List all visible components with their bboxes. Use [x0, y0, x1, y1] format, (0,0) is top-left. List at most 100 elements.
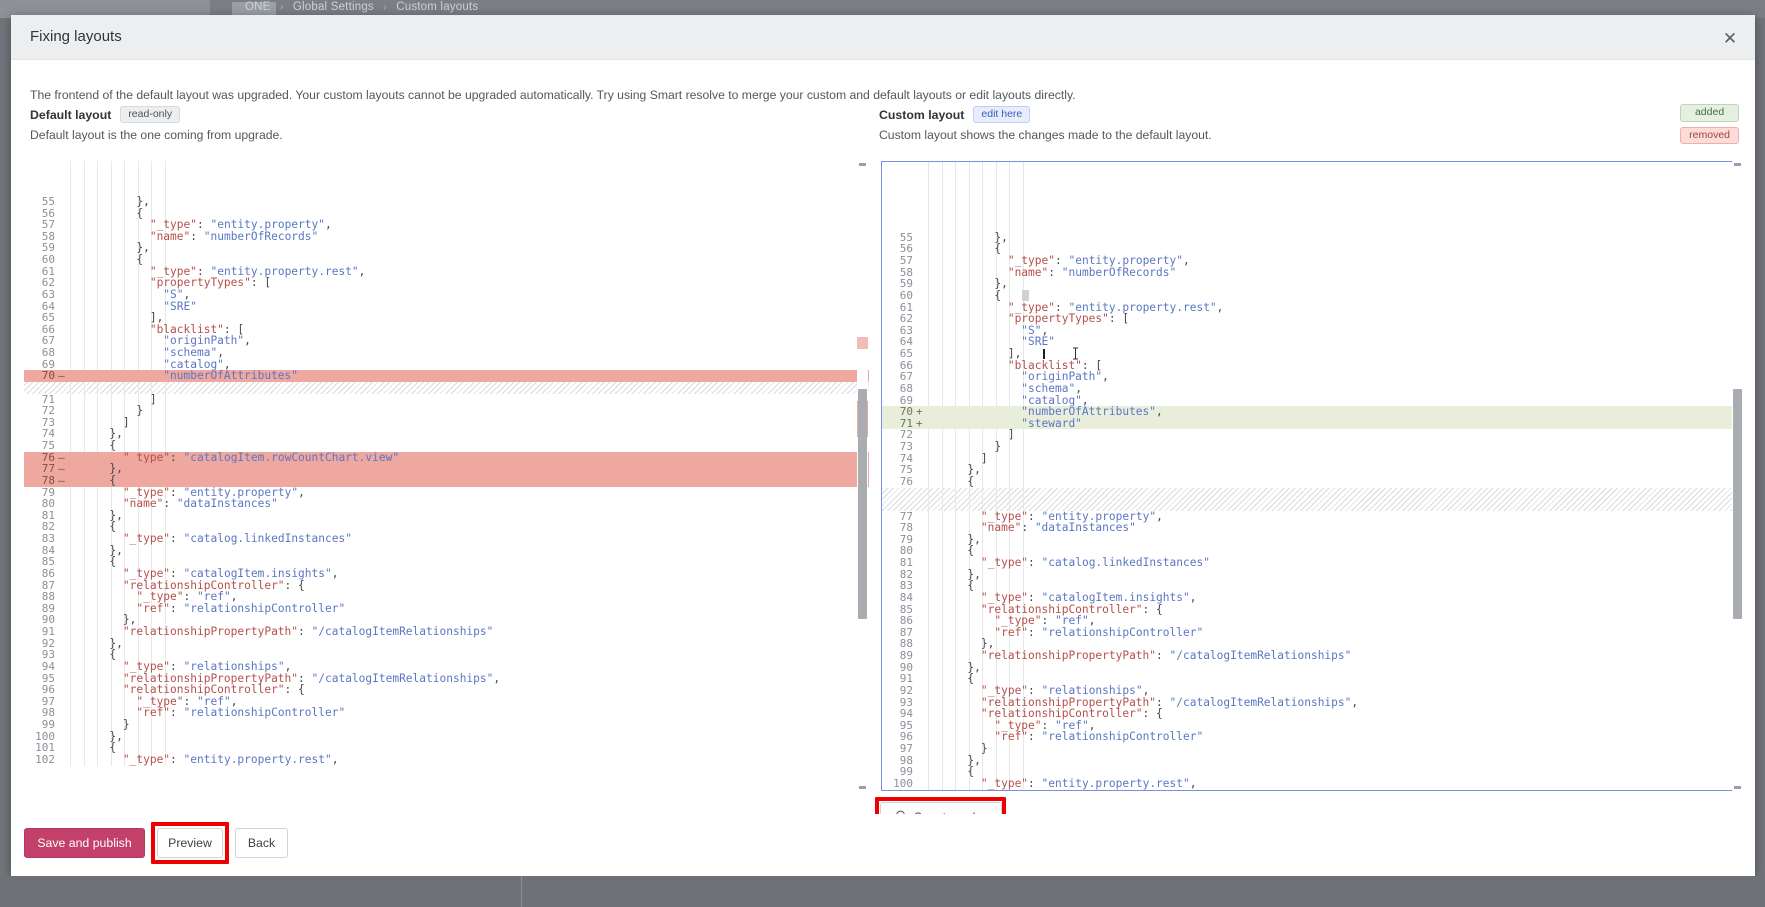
- breadcrumb-separator-icon: ›: [377, 2, 393, 13]
- code-line[interactable]: 96 "ref": "relationshipController": [882, 731, 1741, 743]
- code-line[interactable]: 98 "ref": "relationshipController": [24, 707, 869, 719]
- custom-layout-code[interactable]: 55 },56 {57 "_type": "entity.property",5…: [882, 162, 1741, 790]
- code-line[interactable]: 72 ]: [882, 429, 1741, 441]
- code-line[interactable]: 83 "_type": "catalog.linkedInstances": [24, 533, 869, 545]
- breadcrumb-section[interactable]: Global Settings: [293, 1, 374, 13]
- default-layout-header: Default layout read-only Default layout …: [30, 105, 283, 142]
- code-text: },: [67, 463, 869, 475]
- code-text: "SRE": [67, 301, 869, 313]
- line-number: 97: [882, 743, 916, 755]
- code-line[interactable]: 91 "relationshipPropertyPath": "/catalog…: [24, 626, 869, 638]
- code-line[interactable]: 89 "relationshipPropertyPath": "/catalog…: [882, 650, 1741, 662]
- code-line[interactable]: 81 },: [24, 510, 869, 522]
- code-line[interactable]: 84 },: [24, 545, 869, 557]
- back-button[interactable]: Back: [235, 828, 288, 858]
- code-line[interactable]: 68 "schema",: [24, 347, 869, 359]
- code-line[interactable]: 79 },: [882, 534, 1741, 546]
- diff-marker: —: [58, 475, 67, 487]
- code-text: "ref": "relationshipController": [67, 603, 869, 615]
- line-number: 55: [24, 196, 58, 208]
- edit-here-button[interactable]: edit here: [973, 106, 1030, 124]
- code-text: "relationshipPropertyPath": "/catalogIte…: [67, 626, 869, 638]
- code-line[interactable]: 92 },: [24, 638, 869, 650]
- dialog-description: The frontend of the default layout was u…: [30, 88, 1076, 102]
- code-text: "numberOfAttributes": [67, 370, 869, 382]
- code-line[interactable]: 71 ]: [24, 394, 869, 406]
- line-number: 89: [882, 650, 916, 662]
- line-number: 70: [24, 370, 58, 382]
- code-text: ]: [67, 417, 869, 429]
- code-text: },: [925, 278, 1741, 290]
- code-line[interactable]: 58 "name": "numberOfRecords": [24, 231, 869, 243]
- code-line[interactable]: 99 }: [24, 719, 869, 731]
- code-text: },: [925, 662, 1741, 674]
- code-text: }: [67, 719, 869, 731]
- line-number: 86: [24, 568, 58, 580]
- code-text: "ref": "relationshipController": [925, 627, 1741, 639]
- code-line[interactable]: 63 "S",: [24, 289, 869, 301]
- code-text: }: [925, 743, 1741, 755]
- custom-pane-scrollbar[interactable]: [1732, 161, 1743, 791]
- line-number: 68: [882, 383, 916, 395]
- read-only-badge: read-only: [120, 106, 180, 124]
- save-and-publish-button[interactable]: Save and publish: [24, 828, 145, 858]
- line-number: 91: [24, 626, 58, 638]
- code-line[interactable]: 74 },: [24, 428, 869, 440]
- bottom-bar-divider: [521, 876, 522, 907]
- code-line[interactable]: 80 "name": "dataInstances": [24, 498, 869, 510]
- code-line[interactable]: 59 },: [882, 278, 1741, 290]
- default-pane-scrollbar[interactable]: [857, 161, 868, 791]
- code-text: "name": "numberOfRecords": [925, 267, 1741, 279]
- code-text: }: [67, 405, 869, 417]
- code-line[interactable]: 100 },: [24, 731, 869, 743]
- code-line[interactable]: 87 "ref": "relationshipController": [882, 627, 1741, 639]
- code-line[interactable]: 55 },: [882, 232, 1741, 244]
- default-layout-title: Default layout: [30, 108, 111, 122]
- code-line[interactable]: 81 "_type": "catalog.linkedInstances": [882, 557, 1741, 569]
- fixing-layouts-dialog: Fixing layouts ✕ The frontend of the def…: [11, 15, 1755, 876]
- code-text: ]: [67, 394, 869, 406]
- code-line[interactable]: 73 ]: [24, 417, 869, 429]
- line-number: 83: [24, 533, 58, 545]
- default-layout-code: 55 },56 {57 "_type": "entity.property",5…: [24, 161, 869, 766]
- code-line[interactable]: 89 "ref": "relationshipController": [24, 603, 869, 615]
- line-number: 60: [882, 290, 916, 302]
- code-text: "_type": "catalog.linkedInstances": [925, 557, 1741, 569]
- app-bottom-bar: [0, 876, 1765, 907]
- breadcrumb-root[interactable]: ONE: [245, 1, 271, 13]
- code-line[interactable]: 97 }: [882, 743, 1741, 755]
- code-line[interactable]: 98 },: [882, 755, 1741, 767]
- preview-button[interactable]: Preview: [157, 828, 223, 858]
- code-line[interactable]: 100 "_type": "entity.property.rest",: [882, 778, 1741, 790]
- code-line[interactable]: 68 "schema",: [882, 383, 1741, 395]
- code-text: "steward": [925, 418, 1741, 430]
- code-line[interactable]: 55 },: [24, 196, 869, 208]
- breadcrumb-page[interactable]: Custom layouts: [396, 1, 478, 13]
- code-line[interactable]: 78 "name": "dataInstances": [882, 522, 1741, 534]
- code-line[interactable]: 76— "_type": "catalogItem.rowCountChart.…: [24, 452, 869, 464]
- code-line[interactable]: 73 }: [882, 441, 1741, 453]
- code-line[interactable]: 77— },: [24, 463, 869, 475]
- code-line[interactable]: 76 {: [882, 476, 1741, 488]
- line-number: 57: [882, 255, 916, 267]
- code-line[interactable]: 72 }: [24, 405, 869, 417]
- custom-layout-code-pane[interactable]: 55 },56 {57 "_type": "entity.property",5…: [881, 161, 1742, 791]
- code-line[interactable]: 90 },: [882, 662, 1741, 674]
- code-text: "_type": "catalog.linkedInstances": [67, 533, 869, 545]
- code-text: },: [67, 510, 869, 522]
- line-number: 99: [24, 719, 58, 731]
- code-line[interactable]: 70— "numberOfAttributes": [24, 370, 869, 382]
- code-line[interactable]: 59 },: [24, 242, 869, 254]
- code-line[interactable]: 74 ]: [882, 453, 1741, 465]
- code-text: "ref": "relationshipController": [925, 731, 1741, 743]
- close-icon[interactable]: ✕: [1718, 26, 1742, 50]
- code-line[interactable]: 75 },: [882, 464, 1741, 476]
- code-text: },: [925, 232, 1741, 244]
- line-number: 100: [882, 778, 916, 790]
- code-text: },: [67, 731, 869, 743]
- code-line[interactable]: 58 "name": "numberOfRecords": [882, 267, 1741, 279]
- default-layout-code-pane[interactable]: 55 },56 {57 "_type": "entity.property",5…: [24, 161, 869, 791]
- code-line[interactable]: 102 "_type": "entity.property.rest",: [24, 754, 869, 766]
- diff-gap-marker: [882, 488, 1741, 511]
- code-line[interactable]: 82 },: [882, 569, 1741, 581]
